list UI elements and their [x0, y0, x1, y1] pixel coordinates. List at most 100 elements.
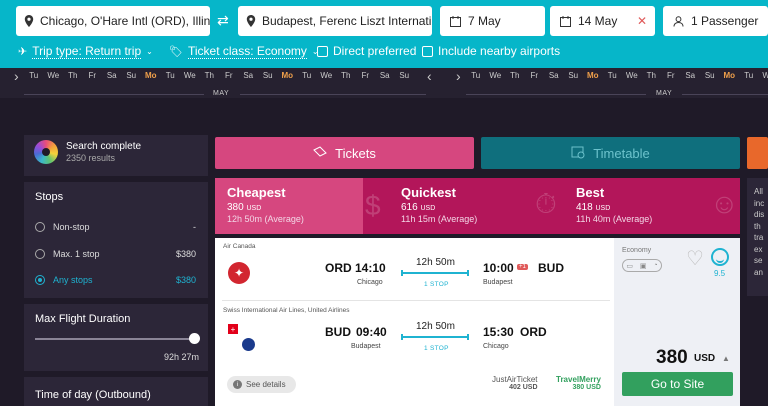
tab-timetable[interactable]: Timetable [481, 137, 740, 169]
day-cell[interactable]: Tu [24, 71, 44, 80]
swap-icon[interactable]: ⇄ [217, 12, 229, 29]
day-cell[interactable]: Th [505, 71, 525, 80]
see-details-button[interactable]: i See details [227, 376, 296, 393]
inbound-to-time: 15:30 [483, 325, 514, 339]
destination-field[interactable]: Budapest, Ferenc Liszt Internati... [238, 6, 432, 36]
day-cell[interactable]: Su [258, 71, 278, 80]
tab-tickets[interactable]: Tickets [215, 137, 474, 169]
vendor-offer[interactable]: TravelMerry 380 USD [556, 375, 601, 391]
day-cell[interactable]: Su [122, 71, 142, 80]
day-cell[interactable]: Sa [375, 71, 395, 80]
sort-quickest-currency: USD [420, 205, 436, 212]
origin-field[interactable]: Chicago, O'Hare Intl (ORD), Illin... [16, 6, 210, 36]
day-cell[interactable]: Th [63, 71, 83, 80]
inbound-from-code: BUD [325, 325, 351, 339]
day-cell[interactable]: Fr [525, 71, 545, 80]
sort-cheapest-price: 380 [227, 202, 244, 213]
trip-type-label: Trip type: Return trip [32, 44, 142, 59]
heart-icon[interactable]: ♡ [686, 246, 704, 271]
see-details-label: See details [246, 380, 286, 389]
day-cell[interactable]: Sa [544, 71, 564, 80]
sort-best-currency: USD [595, 205, 611, 212]
clear-date-icon[interactable]: ✕ [637, 14, 647, 28]
day-cell[interactable]: Fr [661, 71, 681, 80]
chevron-right-icon[interactable]: › [14, 68, 19, 84]
nearby-airports-checkbox[interactable]: Include nearby airports [422, 44, 560, 58]
day-cell[interactable]: Th [336, 71, 356, 80]
sort-cheapest[interactable]: Cheapest 380 USD 12h 50m (Average) [215, 178, 363, 234]
inbound-airline: Swiss International Air Lines, United Ai… [223, 307, 350, 314]
day-cell[interactable]: Sa [102, 71, 122, 80]
day-cell[interactable]: Mo [720, 71, 740, 80]
sort-quickest-price: 616 [401, 202, 418, 213]
divider [24, 298, 208, 304]
color-wheel-icon [34, 140, 58, 164]
day-cell[interactable]: We [622, 71, 642, 80]
vendor-name: JustAirTicket [492, 375, 538, 384]
depart-date-field[interactable]: 7 May [440, 6, 545, 36]
day-cell[interactable]: Mo [141, 71, 161, 80]
tab-tickets-label: Tickets [335, 145, 376, 161]
day-cell[interactable]: Fr [83, 71, 103, 80]
duration-slider-handle[interactable] [189, 333, 200, 344]
day-cell[interactable]: Tu [603, 71, 623, 80]
calendar-icon [448, 15, 462, 27]
day-cell[interactable]: Tu [466, 71, 486, 80]
outbound-stops: 1 STOP [424, 281, 449, 288]
calendar-icon [558, 15, 572, 27]
day-cell[interactable]: Mo [583, 71, 603, 80]
stop-option-max-one[interactable]: Max. 1 stop $380 [35, 247, 196, 261]
day-cell[interactable]: We [180, 71, 200, 80]
trip-type-dropdown[interactable]: ✈ Trip type: Return trip ⌄ [18, 44, 153, 59]
location-pin-icon [24, 15, 34, 27]
day-cell[interactable]: Th [200, 71, 220, 80]
day-cell[interactable]: Su [395, 71, 415, 80]
day-cell[interactable]: Tu [161, 71, 181, 80]
ticket-class-dropdown[interactable]: 🏷 Ticket class: Economy ⌄ [169, 44, 319, 59]
sort-cheapest-currency: USD [246, 205, 262, 212]
day-cell[interactable]: We [486, 71, 506, 80]
day-cell[interactable]: Sa [239, 71, 259, 80]
duration-value: 92h 27m [164, 352, 200, 362]
tab-more[interactable] [747, 137, 768, 169]
chevron-right-icon[interactable]: › [456, 68, 461, 84]
return-date-value: 14 May [578, 14, 618, 28]
day-cell[interactable]: Tu [297, 71, 317, 80]
direct-preferred-label: Direct preferred [333, 44, 417, 58]
outbound-from-code: ORD [325, 261, 352, 275]
chevron-left-icon[interactable]: ‹ [427, 68, 432, 84]
passengers-value: 1 Passenger [691, 14, 759, 28]
day-cell[interactable]: Sa [681, 71, 701, 80]
side-info-text: All inc dis th tra ex se an [754, 187, 765, 277]
stop-option-label: Any stops [53, 275, 93, 285]
inbound-from-time: 09:40 [356, 325, 387, 339]
direct-preferred-checkbox[interactable]: Direct preferred [317, 44, 416, 58]
sort-cheapest-title: Cheapest [227, 185, 286, 200]
return-date-field[interactable]: 14 May ✕ [550, 6, 655, 36]
passengers-field[interactable]: 1 Passenger [663, 6, 768, 36]
sort-quickest[interactable]: Quickest 616 USD 11h 15m (Average) ⏱ [389, 178, 564, 234]
vendor-price: 380 USD [572, 384, 601, 391]
day-cell[interactable]: Mo [278, 71, 298, 80]
wifi-icon: ◔ [653, 262, 658, 269]
day-cell[interactable]: Tu [739, 71, 759, 80]
stop-option-nonstop[interactable]: Non-stop - [35, 220, 196, 234]
stop-option-any[interactable]: Any stops $380 [35, 273, 196, 287]
duration-slider-track[interactable] [35, 338, 195, 340]
sort-best[interactable]: Best 418 USD 11h 40m (Average) ☺ [564, 178, 740, 234]
day-cell[interactable]: Su [700, 71, 720, 80]
vendor-offer[interactable]: JustAirTicket 402 USD [492, 375, 538, 391]
day-cell[interactable]: Fr [219, 71, 239, 80]
day-cell[interactable]: Th [642, 71, 662, 80]
divider [24, 94, 204, 95]
day-cell[interactable]: We [44, 71, 64, 80]
origin-value: Chicago, O'Hare Intl (ORD), Illin... [40, 14, 210, 28]
day-cell[interactable]: Su [564, 71, 584, 80]
go-to-site-button[interactable]: Go to Site [622, 372, 733, 396]
day-cell[interactable]: We [759, 71, 768, 80]
day-cell[interactable]: Fr [356, 71, 376, 80]
rating-value: 9.5 [714, 269, 726, 278]
stop-option-price: $380 [175, 275, 196, 285]
inbound-stops: 1 STOP [424, 345, 449, 352]
day-cell[interactable]: We [317, 71, 337, 80]
